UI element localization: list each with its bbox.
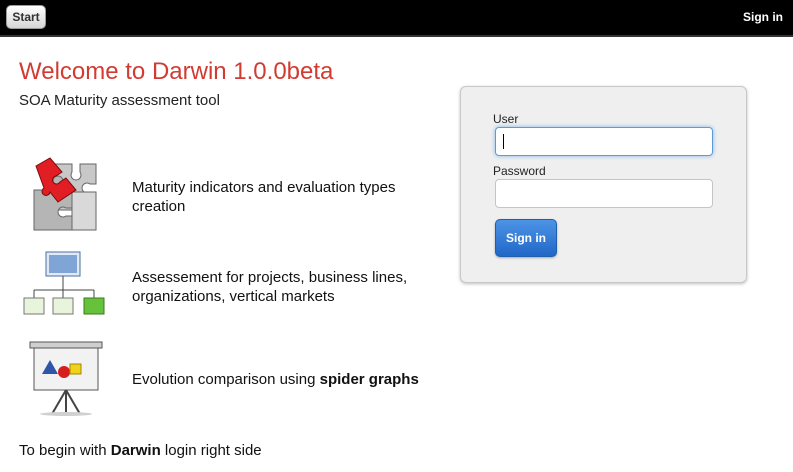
password-label: Password bbox=[493, 164, 546, 178]
text-caret bbox=[503, 134, 504, 149]
footer-instruction: To begin with Darwin login right side bbox=[19, 442, 262, 459]
feature-text-prefix: Evolution comparison using bbox=[132, 371, 320, 388]
presentation-board-icon bbox=[29, 341, 103, 416]
password-input[interactable] bbox=[495, 179, 713, 208]
start-button[interactable]: Start bbox=[6, 5, 46, 29]
top-navbar: Start Sign in bbox=[0, 0, 793, 37]
page-subtitle: SOA Maturity assessment tool bbox=[19, 92, 220, 109]
user-label: User bbox=[493, 112, 519, 126]
sign-in-link[interactable]: Sign in bbox=[743, 10, 783, 24]
user-input[interactable] bbox=[495, 127, 713, 156]
feature-text-bold: spider graphs bbox=[319, 371, 419, 388]
puzzle-icon bbox=[33, 157, 97, 231]
footer-bold: Darwin bbox=[110, 442, 161, 459]
feature-text-assessment: Assessement for projects, business lines… bbox=[132, 269, 408, 305]
sign-in-button[interactable]: Sign in bbox=[495, 219, 557, 257]
feature-text-indicators: Maturity indicators and evaluation types… bbox=[132, 179, 396, 215]
footer-prefix: To begin with bbox=[19, 442, 111, 459]
feature-text-evolution: Evolution comparison using spider graphs bbox=[132, 370, 432, 389]
hierarchy-icon bbox=[23, 251, 105, 315]
footer-suffix: login right side bbox=[160, 442, 262, 459]
login-form: User Password Sign in bbox=[460, 86, 747, 283]
page-title: Welcome to Darwin 1.0.0beta bbox=[19, 58, 334, 85]
